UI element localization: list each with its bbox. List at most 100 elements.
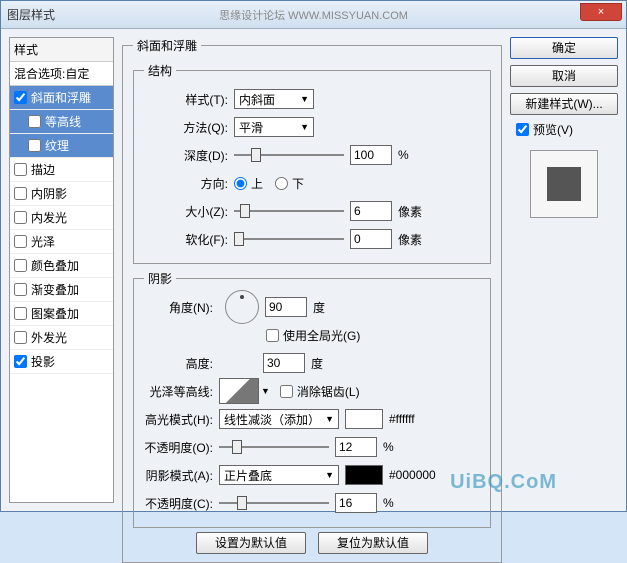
preview-checkbox[interactable]: 预览(V) [516, 121, 618, 138]
styles-sidebar: 样式 混合选项:自定 斜面和浮雕等高线纹理描边内阴影内发光光泽颜色叠加渐变叠加图… [9, 37, 114, 503]
style-select[interactable]: 内斜面▼ [234, 89, 314, 109]
sidebar-item-4[interactable]: 内阴影 [10, 182, 113, 206]
brand-text: 思缘设计论坛 WWW.MISSYUAN.COM [219, 7, 408, 23]
sidebar-item-label: 内发光 [31, 209, 67, 226]
direction-label: 方向: [144, 175, 234, 192]
sidebar-item-checkbox[interactable] [14, 307, 27, 320]
sidebar-item-checkbox[interactable] [14, 187, 27, 200]
shadow-opacity-input[interactable]: 16 [335, 493, 377, 513]
shadow-opacity-unit: % [383, 496, 394, 510]
sidebar-item-label: 光泽 [31, 233, 55, 250]
sidebar-item-label: 图案叠加 [31, 305, 79, 322]
sidebar-item-checkbox[interactable] [14, 283, 27, 296]
soften-slider[interactable] [234, 230, 344, 248]
set-default-button[interactable]: 设置为默认值 [196, 532, 306, 554]
direction-up-radio[interactable]: 上 [234, 175, 263, 192]
altitude-label: 高度: [144, 355, 219, 372]
shadow-opacity-label: 不透明度(C): [144, 495, 219, 512]
shadow-mode-select[interactable]: 正片叠底▼ [219, 465, 339, 485]
new-style-button[interactable]: 新建样式(W)... [510, 93, 618, 115]
sidebar-item-label: 描边 [31, 161, 55, 178]
titlebar: 图层样式 思缘设计论坛 WWW.MISSYUAN.COM × [1, 1, 626, 29]
soften-input[interactable]: 0 [350, 229, 392, 249]
gloss-contour-label: 光泽等高线: [144, 383, 219, 400]
sidebar-item-checkbox[interactable] [14, 259, 27, 272]
size-slider[interactable] [234, 202, 344, 220]
angle-dial[interactable] [225, 290, 259, 324]
reset-default-button[interactable]: 复位为默认值 [318, 532, 428, 554]
angle-input[interactable]: 90 [265, 297, 307, 317]
antialias-checkbox[interactable]: 消除锯齿(L) [280, 383, 360, 400]
direction-down-radio[interactable]: 下 [275, 175, 304, 192]
gloss-contour-picker[interactable] [219, 378, 259, 404]
sidebar-item-checkbox[interactable] [28, 115, 41, 128]
shadow-color-swatch[interactable] [345, 465, 383, 485]
angle-unit: 度 [313, 299, 325, 316]
sidebar-item-10[interactable]: 外发光 [10, 326, 113, 350]
shadow-opacity-slider[interactable] [219, 494, 329, 512]
bevel-legend: 斜面和浮雕 [133, 37, 201, 54]
sidebar-item-checkbox[interactable] [14, 163, 27, 176]
preview-box [530, 150, 598, 218]
sidebar-item-7[interactable]: 颜色叠加 [10, 254, 113, 278]
depth-slider[interactable] [234, 146, 344, 164]
depth-unit: % [398, 148, 409, 162]
sidebar-item-label: 斜面和浮雕 [31, 89, 91, 106]
sidebar-item-5[interactable]: 内发光 [10, 206, 113, 230]
size-input[interactable]: 6 [350, 201, 392, 221]
method-select[interactable]: 平滑▼ [234, 117, 314, 137]
sidebar-item-checkbox[interactable] [14, 235, 27, 248]
chevron-down-icon: ▼ [325, 414, 334, 424]
sidebar-blend-options[interactable]: 混合选项:自定 [10, 62, 113, 86]
highlight-opacity-slider[interactable] [219, 438, 329, 456]
sidebar-item-label: 等高线 [45, 113, 81, 130]
bevel-group: 斜面和浮雕 结构 样式(T): 内斜面▼ 方法(Q): 平滑▼ 深度(D): 1… [122, 37, 502, 563]
sidebar-header: 样式 [10, 38, 113, 62]
highlight-mode-label: 高光模式(H): [144, 411, 219, 428]
altitude-unit: 度 [311, 355, 323, 372]
chevron-down-icon[interactable]: ▼ [261, 386, 270, 396]
chevron-down-icon: ▼ [325, 470, 334, 480]
depth-label: 深度(D): [144, 147, 234, 164]
shading-legend: 阴影 [144, 270, 176, 287]
sidebar-item-label: 纹理 [45, 137, 69, 154]
method-label: 方法(Q): [144, 119, 234, 136]
ok-button[interactable]: 确定 [510, 37, 618, 59]
soften-label: 软化(F): [144, 231, 234, 248]
structure-group: 结构 样式(T): 内斜面▼ 方法(Q): 平滑▼ 深度(D): 100 % [133, 62, 491, 264]
sidebar-item-label: 投影 [31, 353, 55, 370]
close-button[interactable]: × [580, 3, 622, 21]
depth-input[interactable]: 100 [350, 145, 392, 165]
sidebar-item-checkbox[interactable] [14, 211, 27, 224]
sidebar-item-label: 外发光 [31, 329, 67, 346]
style-label: 样式(T): [144, 91, 234, 108]
sidebar-item-9[interactable]: 图案叠加 [10, 302, 113, 326]
shadow-hex: #000000 [389, 468, 436, 482]
window-title: 图层样式 [7, 6, 55, 23]
angle-label: 角度(N): [144, 299, 219, 316]
sidebar-item-checkbox[interactable] [14, 331, 27, 344]
sidebar-item-11[interactable]: 投影 [10, 350, 113, 374]
sidebar-item-checkbox[interactable] [14, 355, 27, 368]
sidebar-item-checkbox[interactable] [14, 91, 27, 104]
altitude-input[interactable]: 30 [263, 353, 305, 373]
chevron-down-icon: ▼ [300, 94, 309, 104]
highlight-mode-select[interactable]: 线性减淡（添加）▼ [219, 409, 339, 429]
cancel-button[interactable]: 取消 [510, 65, 618, 87]
chevron-down-icon: ▼ [300, 122, 309, 132]
shading-group: 阴影 角度(N): 90 度 使用全局光(G) 高度: 30 度 [133, 270, 491, 528]
sidebar-item-0[interactable]: 斜面和浮雕 [10, 86, 113, 110]
sidebar-item-6[interactable]: 光泽 [10, 230, 113, 254]
highlight-opacity-input[interactable]: 12 [335, 437, 377, 457]
global-light-checkbox[interactable]: 使用全局光(G) [266, 327, 360, 344]
sidebar-item-2[interactable]: 纹理 [10, 134, 113, 158]
size-label: 大小(Z): [144, 203, 234, 220]
highlight-color-swatch[interactable] [345, 409, 383, 429]
soften-unit: 像素 [398, 231, 422, 248]
sidebar-item-8[interactable]: 渐变叠加 [10, 278, 113, 302]
sidebar-item-checkbox[interactable] [28, 139, 41, 152]
highlight-hex: #ffffff [389, 412, 415, 426]
highlight-opacity-label: 不透明度(O): [144, 439, 219, 456]
sidebar-item-1[interactable]: 等高线 [10, 110, 113, 134]
sidebar-item-3[interactable]: 描边 [10, 158, 113, 182]
